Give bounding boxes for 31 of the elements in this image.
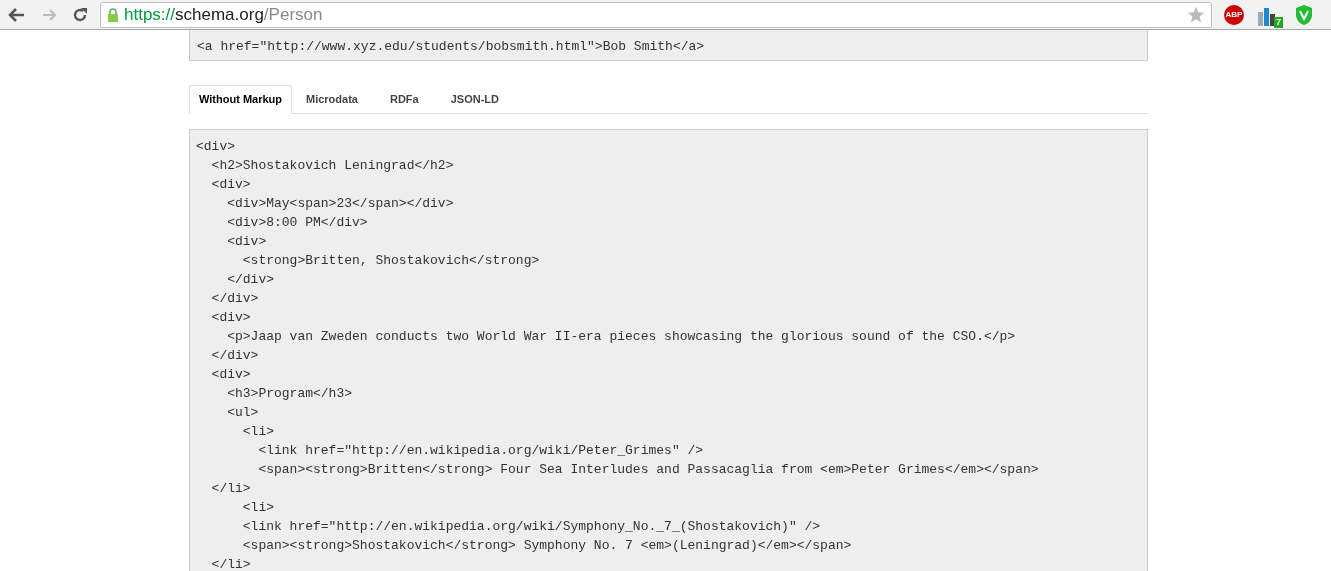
code-line: <div> <box>210 309 251 327</box>
tab[interactable]: RDFa <box>377 85 431 114</box>
code-line: <div> <box>210 366 251 384</box>
adblock-icon[interactable]: ABP <box>1224 4 1244 25</box>
code-line: </li> <box>210 556 251 571</box>
address-bar[interactable]: https://schema.org/Person <box>100 1 1212 28</box>
code-line: <div> <box>196 138 235 156</box>
tab[interactable]: Microdata <box>294 85 370 114</box>
code-line: </li> <box>210 480 251 498</box>
code-line: <a href="http://www.xyz.edu/students/bobsmith.html">Bob Smith</a> <box>197 38 705 56</box>
code-line: <div>May<span>23</span></div> <box>226 195 454 213</box>
code-line: <li> <box>241 423 274 441</box>
code-line: <h2>Shostakovich Leningrad</h2> <box>210 157 454 175</box>
code-line: <link href="http://en.wikipedia.org/wiki/Peter_Grimes" /> <box>257 442 704 460</box>
code-line: </div> <box>226 271 274 289</box>
code-line: <span><strong>Shostakovich</strong> Symphony No. 7 <em>(Leningrad)</em></span> <box>241 537 852 555</box>
code-line: <h3>Program</h3> <box>226 385 353 403</box>
code-line: <div> <box>210 176 251 194</box>
code-line: </div> <box>210 347 259 365</box>
code-line: <div> <box>226 233 267 251</box>
code-line: <strong>Britten, Shostakovich</strong> <box>241 252 540 270</box>
code-line: <ul> <box>226 404 259 422</box>
code-line: <link href="http://en.wikipedia.org/wiki/Symphony_No._7_(Shostakovich)" /> <box>241 518 821 536</box>
code-line: <li> <box>241 499 274 517</box>
code-line: <div>8:00 PM</div> <box>226 214 368 232</box>
url-text: https://schema.org/Person <box>124 6 323 23</box>
tab[interactable]: Without Markup <box>189 85 292 114</box>
tab[interactable]: JSON-LD <box>438 85 511 114</box>
code-line: </div> <box>210 290 259 308</box>
code-line: <span><strong>Britten</strong> Four Sea Interludes and Passacaglia from <em>Peter Grimes</em></span> <box>257 461 1039 479</box>
code-line: <p>Jaap van Zweden conducts two World War II-era pieces showcasing the glorious sound of the CSO.</p> <box>226 328 1016 346</box>
